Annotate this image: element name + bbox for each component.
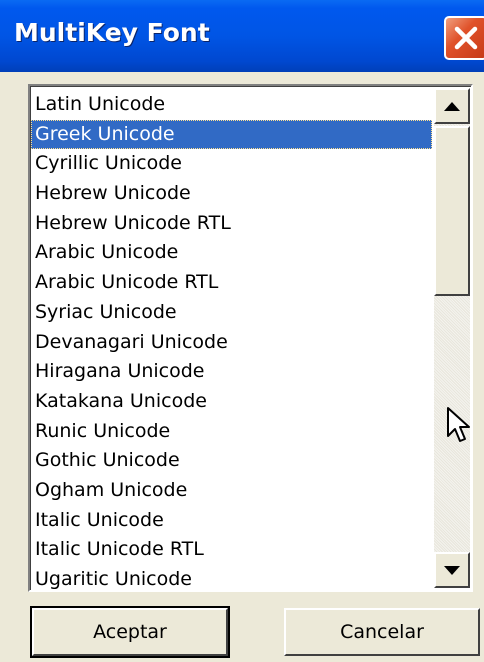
list-item[interactable]: Italic Unicode (31, 506, 432, 536)
accept-button[interactable]: Aceptar (30, 606, 230, 658)
list-item[interactable]: Devanagari Unicode (31, 328, 432, 358)
list-item[interactable]: Latin Unicode (31, 90, 432, 120)
scroll-up-button[interactable] (434, 88, 470, 124)
list-item[interactable]: Ugaritic Unicode (31, 565, 432, 590)
vertical-scrollbar[interactable] (434, 88, 470, 588)
mouse-pointer-icon (447, 407, 470, 442)
scroll-down-button[interactable] (434, 552, 470, 588)
list-item[interactable]: Katakana Unicode (31, 387, 432, 417)
list-item[interactable]: Italic Unicode RTL (31, 535, 432, 565)
cancel-button[interactable]: Cancelar (284, 608, 480, 656)
list-item[interactable]: Runic Unicode (31, 417, 432, 447)
list-item[interactable]: Arabic Unicode RTL (31, 268, 432, 298)
font-list: Latin Unicode Greek Unicode Cyrillic Unico… (31, 90, 432, 590)
list-item[interactable]: Cyrillic Unicode (31, 149, 432, 179)
list-item[interactable]: Hebrew Unicode RTL (31, 209, 432, 239)
font-listbox[interactable]: Latin Unicode Greek Unicode Cyrillic Unico… (28, 84, 473, 592)
title-bar[interactable]: MultiKey Font (0, 0, 484, 72)
dialog-window: MultiKey Font Latin Unicode Greek Unicode… (0, 0, 484, 662)
scrollbar-thumb[interactable] (434, 126, 470, 296)
list-item[interactable]: Greek Unicode (31, 119, 432, 150)
window-title: MultiKey Font (14, 18, 210, 47)
list-item[interactable]: Ogham Unicode (31, 476, 432, 506)
close-icon (454, 26, 478, 50)
close-button[interactable] (444, 16, 484, 60)
arrow-down-icon (444, 566, 460, 575)
arrow-up-icon (444, 102, 460, 111)
list-item[interactable]: Gothic Unicode (31, 446, 432, 476)
list-item[interactable]: Hiragana Unicode (31, 357, 432, 387)
list-item[interactable]: Syriac Unicode (31, 298, 432, 328)
list-item[interactable]: Arabic Unicode (31, 238, 432, 268)
list-item[interactable]: Hebrew Unicode (31, 179, 432, 209)
